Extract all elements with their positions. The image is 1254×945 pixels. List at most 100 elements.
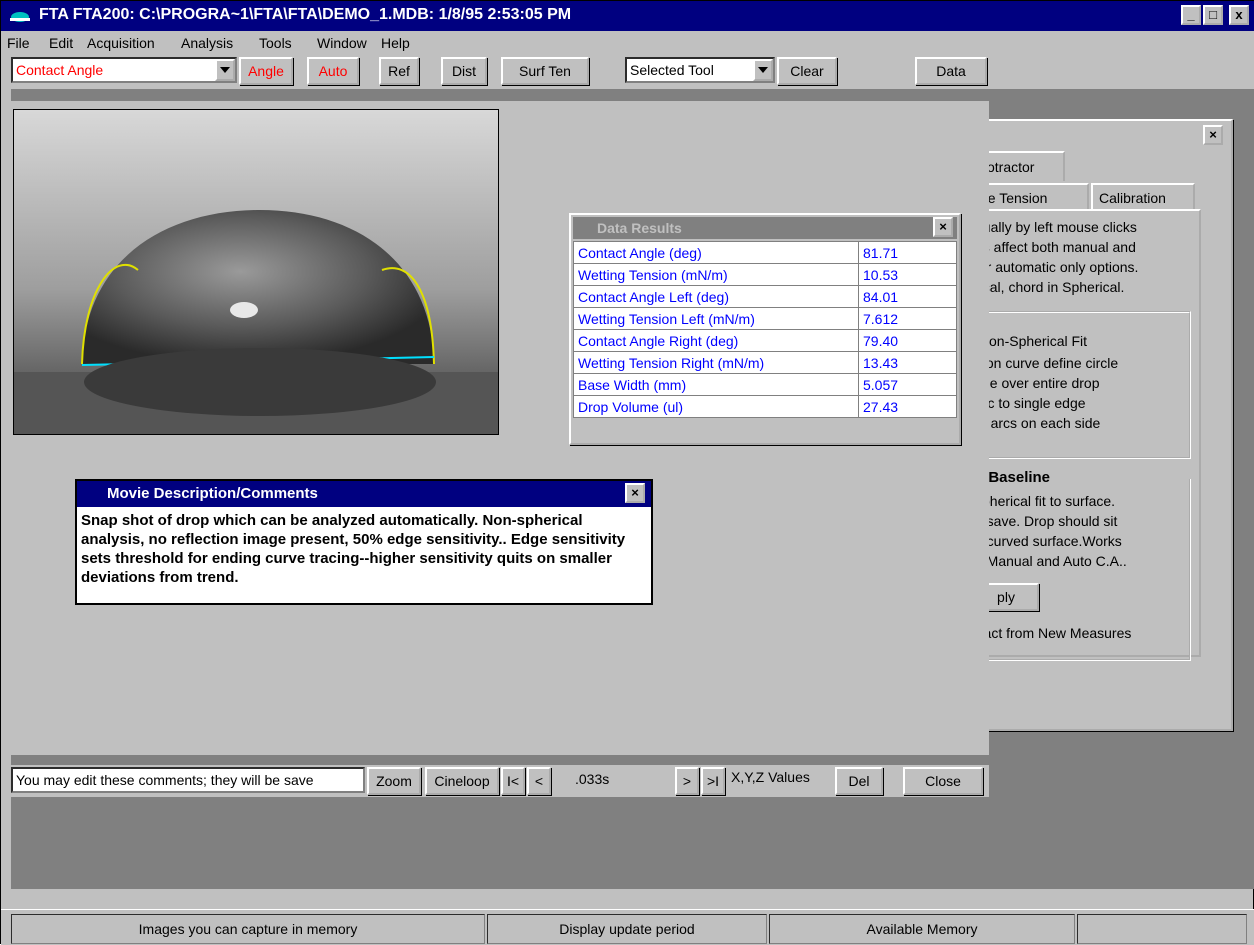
table-row: Drop Volume (ul) 27.43 — [573, 395, 957, 418]
status-available-memory: Available Memory — [769, 914, 1075, 944]
ref-button[interactable]: Ref — [379, 57, 419, 85]
baseline-line-4: n Manual and Auto C.A.. — [975, 553, 1127, 569]
drop-image — [13, 109, 499, 435]
results-title: Data Results — [597, 220, 682, 236]
menu-file[interactable]: File — [7, 35, 30, 51]
del-button[interactable]: Del — [835, 767, 883, 795]
menu-analysis[interactable]: Analysis — [181, 35, 233, 51]
intro-line-4: rical, chord in Spherical. — [975, 279, 1125, 295]
row-value: 84.01 — [858, 285, 957, 308]
title-bar: FTA FTA200: C:\PROGRA~1\FTA\FTA\DEMO_1.M… — [1, 1, 1254, 31]
movie-title: Movie Description/Comments — [107, 485, 318, 502]
row-label: Wetting Tension Right (mN/m) — [573, 351, 859, 374]
tool-select-value: Selected Tool — [630, 62, 714, 78]
table-row: Contact Angle (deg) 81.71 — [573, 241, 957, 264]
intro-line-1: nually by left mouse clicks — [975, 219, 1137, 235]
menu-help[interactable]: Help — [381, 35, 410, 51]
results-close-button[interactable]: × — [933, 217, 953, 237]
baseline-group: spherical fit to surface. o save. Drop s… — [971, 479, 1191, 661]
toolbar: Contact Angle Angle Auto Ref Dist Surf T… — [1, 55, 1254, 89]
movie-title-bar: Movie Description/Comments — [77, 481, 651, 507]
tool-select[interactable]: Selected Tool — [625, 57, 775, 83]
subtract-checkbox[interactable]: tract from New Measures — [975, 625, 1131, 641]
menu-window[interactable]: Window — [317, 35, 367, 51]
movie-controls: You may edit these comments; they will b… — [11, 765, 989, 797]
results-title-bar: Data Results — [573, 217, 957, 239]
next-frame-button[interactable]: > — [675, 767, 699, 795]
row-label: Drop Volume (ul) — [573, 395, 859, 418]
tab-calibration-label: Calibration — [1099, 190, 1166, 206]
fit-option-1[interactable]: s on curve define circle — [975, 355, 1118, 371]
table-row: Wetting Tension Right (mN/m) 13.43 — [573, 351, 957, 374]
baseline-line-2: o save. Drop should sit — [975, 513, 1118, 529]
row-label: Contact Angle Right (deg) — [573, 329, 859, 352]
table-row: Base Width (mm) 5.057 — [573, 373, 957, 396]
intro-line-3: for automatic only options. — [975, 259, 1139, 275]
row-value: 81.71 — [858, 241, 957, 264]
fit-option-4[interactable]: te arcs on each side — [975, 415, 1100, 431]
window-title: FTA FTA200: C:\PROGRA~1\FTA\FTA\DEMO_1.M… — [39, 6, 572, 23]
frame-time: .033s — [575, 771, 610, 787]
table-row: Contact Angle Right (deg) 79.40 — [573, 329, 957, 352]
mode-select[interactable]: Contact Angle — [11, 57, 237, 83]
maximize-button[interactable]: □ — [1203, 5, 1223, 25]
table-row: Wetting Tension (mN/m) 10.53 — [573, 263, 957, 286]
tools-panel: × Protractor ace Tension Calibration nua… — [967, 119, 1233, 731]
data-results-window: Data Results × Contact Angle (deg) 81.71 … — [569, 213, 961, 445]
clear-button[interactable]: Clear — [777, 57, 837, 85]
drop-image-graphic — [14, 110, 498, 434]
intro-line-2: ns affect both manual and — [975, 239, 1136, 255]
table-row: Contact Angle Left (deg) 84.01 — [573, 285, 957, 308]
row-label: Wetting Tension (mN/m) — [573, 263, 859, 286]
status-display-update: Display update period — [487, 914, 767, 944]
chevron-down-icon[interactable] — [753, 59, 773, 81]
mode-select-value: Contact Angle — [16, 62, 104, 78]
panel-close-button[interactable]: × — [1203, 125, 1223, 145]
baseline-line-3: n curved surface.Works — [975, 533, 1122, 549]
row-value: 27.43 — [858, 395, 957, 418]
zoom-button[interactable]: Zoom — [367, 767, 421, 795]
close-movie-button[interactable]: Close — [903, 767, 983, 795]
minimize-button[interactable]: _ — [1181, 5, 1201, 25]
fit-group: /Non-Spherical Fit s on curve define cir… — [971, 311, 1191, 459]
fit-option-3[interactable]: arc to single edge — [975, 395, 1086, 411]
menu-edit[interactable]: Edit — [49, 35, 73, 51]
row-value: 7.612 — [858, 307, 957, 330]
fit-title[interactable]: /Non-Spherical Fit — [975, 333, 1087, 349]
tab-content: nually by left mouse clicks ns affect bo… — [969, 209, 1201, 661]
last-frame-button[interactable]: >I — [701, 767, 725, 795]
menu-acquisition[interactable]: Acquisition — [87, 35, 155, 51]
menu-tools[interactable]: Tools — [259, 35, 292, 51]
movie-close-button[interactable]: × — [625, 483, 645, 503]
xyz-values-label: X,Y,Z Values — [731, 769, 810, 785]
prev-frame-button[interactable]: < — [527, 767, 551, 795]
row-value: 79.40 — [858, 329, 957, 352]
status-empty — [1077, 914, 1247, 944]
movie-comments-text[interactable]: Snap shot of drop which can be analyzed … — [81, 511, 649, 587]
row-label: Contact Angle Left (deg) — [573, 285, 859, 308]
row-value: 13.43 — [858, 351, 957, 374]
chevron-down-icon[interactable] — [215, 59, 235, 81]
app-window: FTA FTA200: C:\PROGRA~1\FTA\FTA\DEMO_1.M… — [0, 0, 1254, 945]
baseline-line-1: spherical fit to surface. — [975, 493, 1116, 509]
menu-bar: File Edit Acquisition Analysis Tools Win… — [1, 31, 1254, 55]
dist-button[interactable]: Dist — [441, 57, 487, 85]
row-label: Base Width (mm) — [573, 373, 859, 396]
tab-calibration[interactable]: Calibration — [1091, 183, 1195, 211]
results-table: Contact Angle (deg) 81.71 Wetting Tension… — [573, 241, 957, 418]
auto-button[interactable]: Auto — [307, 57, 359, 85]
movie-description-window: Movie Description/Comments × Snap shot o… — [75, 479, 653, 605]
angle-button[interactable]: Angle — [239, 57, 293, 85]
comment-hint-field[interactable]: You may edit these comments; they will b… — [11, 767, 365, 793]
row-value: 5.057 — [858, 373, 957, 396]
row-label: Wetting Tension Left (mN/m) — [573, 307, 859, 330]
fit-option-2[interactable]: rcle over entire drop — [975, 375, 1100, 391]
cineloop-button[interactable]: Cineloop — [425, 767, 499, 795]
first-frame-button[interactable]: I< — [501, 767, 525, 795]
status-images-capture: Images you can capture in memory — [11, 914, 485, 944]
close-button[interactable]: x — [1229, 5, 1249, 25]
row-value: 10.53 — [858, 263, 957, 286]
surf-ten-button[interactable]: Surf Ten — [501, 57, 589, 85]
data-button[interactable]: Data — [915, 57, 987, 85]
status-bar: Images you can capture in memory Display… — [1, 909, 1254, 945]
